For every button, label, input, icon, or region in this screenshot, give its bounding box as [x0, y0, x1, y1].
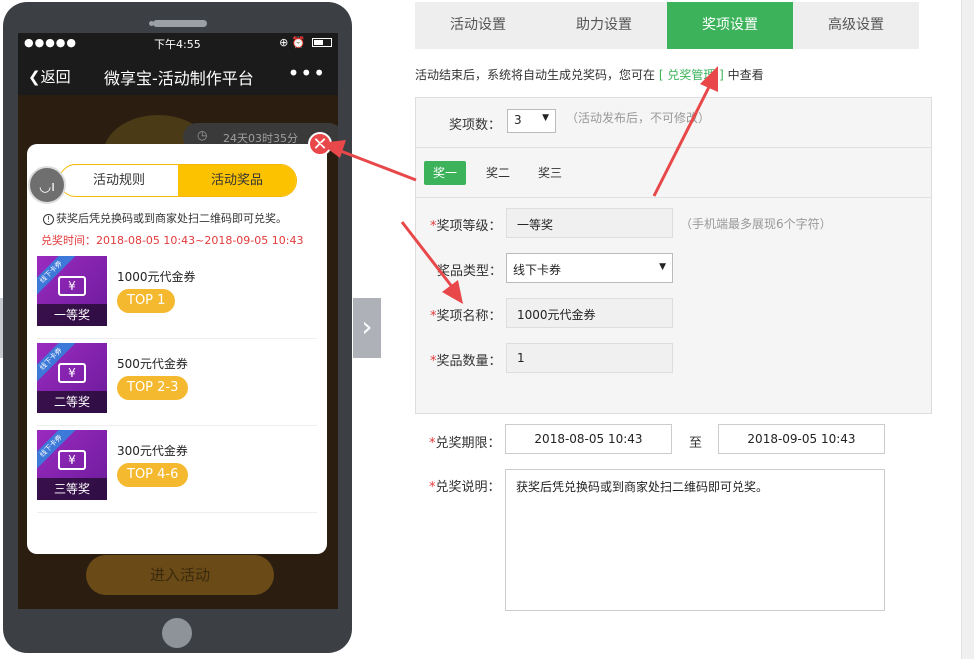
tab-activity-settings[interactable]: 活动设置 — [415, 2, 541, 49]
tab-prize-settings[interactable]: 奖项设置 — [667, 2, 793, 49]
tab-activity-prizes[interactable]: 活动奖品 — [178, 165, 296, 196]
prize-config-box: 奖项数： 3 ▼ （活动发布后，不可修改） 奖一 奖二 奖三 *奖项等级： 一等… — [415, 97, 932, 414]
redeem-notice: ! 获奖后凭兑换码或到商家处扫二维码即可兑奖。 — [43, 210, 287, 226]
prize-level-input[interactable]: 一等奖 — [506, 208, 673, 238]
caret-down-icon: ▼ — [542, 113, 549, 123]
join-activity-button[interactable]: 进入活动 — [86, 555, 274, 595]
prize-count-note: （活动发布后，不可修改） — [566, 111, 711, 125]
prize-list: 线下卡券 ¥ 一等奖 1000元代金券 TOP 1 线下卡券 ¥ 二等奖 500… — [37, 252, 317, 513]
prize-modal: 活动规则 活动奖品 ! 获奖后凭兑换码或到商家处扫二维码即可兑奖。 兑奖时间：20… — [27, 144, 327, 554]
ticket-image: 线下卡券 ¥ 一等奖 — [37, 256, 107, 326]
notice-text: 获奖后凭兑换码或到商家处扫二维码即可兑奖。 — [56, 212, 287, 225]
list-item: 线下卡券 ¥ 二等奖 500元代金券 TOP 2-3 — [37, 339, 317, 426]
list-item: 线下卡券 ¥ 三等奖 300元代金券 TOP 4-6 — [37, 426, 317, 513]
phone-home-button[interactable] — [162, 618, 192, 648]
rank-badge: TOP 4-6 — [117, 463, 189, 487]
prev-arrow-stub[interactable] — [0, 298, 3, 358]
redeem-desc-label: *兑奖说明： — [429, 480, 501, 495]
caret-down-icon: ▼ — [659, 262, 666, 272]
tab-prize-2[interactable]: 奖二 — [477, 161, 519, 185]
orientation-lock-icon: ⊕ — [279, 36, 289, 49]
prize-type-select[interactable]: 线下卡券 ▼ — [506, 253, 673, 283]
prize-name: 300元代金券 — [117, 444, 188, 458]
redeem-hint: 活动结束后，系统将自动生成兑奖码，您可在 [ 兑奖管理 ] 中查看 — [415, 66, 764, 83]
phone-speaker — [153, 20, 207, 27]
more-icon[interactable]: ••• — [288, 61, 326, 85]
prize-count-value: 3 — [514, 113, 522, 127]
prize-qty-label-text: 奖品数量： — [436, 354, 502, 369]
prize-name-label: *奖项名称： — [430, 309, 502, 324]
tab-advanced-settings[interactable]: 高级设置 — [793, 2, 919, 49]
tab-activity-rules[interactable]: 活动规则 — [60, 165, 178, 196]
signal-icon: ●●●●● — [24, 36, 77, 49]
ticket-image: 线下卡券 ¥ 三等奖 — [37, 430, 107, 500]
modal-tabs: 活动规则 活动奖品 — [59, 164, 297, 197]
alarm-icon: ⏰ — [291, 36, 306, 49]
chevron-left-icon: ❮ — [28, 68, 41, 86]
yen-ticket-icon: ¥ — [58, 450, 86, 470]
divider — [416, 197, 931, 198]
clock-icon: ◷ — [197, 128, 208, 142]
redeem-start-input[interactable]: 2018-08-05 10:43 — [505, 424, 672, 454]
prize-type-value: 线下卡券 — [513, 263, 562, 277]
list-item: 线下卡券 ¥ 一等奖 1000元代金券 TOP 1 — [37, 252, 317, 339]
redeem-period-label: *兑奖期限： — [429, 436, 501, 451]
rank-badge: TOP 1 — [117, 289, 176, 313]
battery-icon — [312, 38, 332, 47]
status-icons: ⊕ ⏰ — [279, 36, 332, 49]
redeem-desc-textarea[interactable]: 获奖后凭兑换码或到商家处扫二维码即可兑奖。 — [505, 469, 885, 611]
tab-boost-settings[interactable]: 助力设置 — [541, 2, 667, 49]
rank-badge: TOP 2-3 — [117, 376, 189, 400]
redeem-period-label-text: 兑奖期限： — [435, 436, 501, 451]
prize-name: 500元代金券 — [117, 357, 188, 371]
status-time: 下午4:55 — [154, 38, 201, 51]
prize-grade: 一等奖 — [37, 304, 107, 326]
hint-text-end: 中查看 — [723, 68, 764, 82]
prize-qty-input[interactable]: 1 — [506, 343, 673, 373]
prize-name-input[interactable]: 1000元代金券 — [506, 298, 673, 328]
chevron-right-icon[interactable]: › — [353, 298, 381, 358]
nav-title: 微享宝-活动制作平台 — [104, 69, 254, 88]
back-label: 返回 — [40, 68, 71, 86]
prize-level-note: （手机端最多展现6个字符） — [680, 217, 832, 231]
redeem-management-link[interactable]: [ 兑奖管理 ] — [659, 68, 724, 82]
tab-prize-1[interactable]: 奖一 — [424, 161, 467, 185]
info-icon: ! — [43, 214, 54, 225]
yen-ticket-icon: ¥ — [58, 276, 86, 296]
prize-qty-label: *奖品数量： — [430, 354, 502, 369]
divider — [416, 147, 931, 148]
redeem-desc-label-text: 兑奖说明： — [435, 480, 501, 495]
status-bar: ●●●●● 下午4:55 ⊕ ⏰ — [18, 33, 338, 55]
prize-count-select[interactable]: 3 ▼ — [507, 109, 556, 133]
settings-tabs: 活动设置 助力设置 奖项设置 高级设置 — [415, 2, 919, 49]
prize-grade: 三等奖 — [37, 478, 107, 500]
wechat-navbar: ❮返回 微享宝-活动制作平台 ••• — [18, 55, 338, 95]
prize-type-label: 奖品类型： — [437, 264, 503, 279]
prize-level-label-text: 奖项等级： — [436, 219, 502, 234]
prize-count-label: 奖项数： — [449, 118, 502, 133]
prize-name: 1000元代金券 — [117, 270, 196, 284]
hint-text: 活动结束后，系统将自动生成兑奖码，您可在 — [415, 68, 659, 82]
prize-name-label-text: 奖项名称： — [436, 309, 502, 324]
ticket-image: 线下卡券 ¥ 二等奖 — [37, 343, 107, 413]
back-button[interactable]: ❮返回 — [28, 66, 71, 87]
redeem-time: 兑奖时间：2018-08-05 10:43~2018-09-05 10:43 — [41, 234, 304, 247]
tab-prize-3[interactable]: 奖三 — [529, 161, 571, 185]
close-icon[interactable]: ✕ — [308, 132, 332, 156]
redeem-end-input[interactable]: 2018-09-05 10:43 — [718, 424, 885, 454]
period-separator: 至 — [689, 436, 703, 451]
brand-logo-icon: ◡ı — [28, 166, 66, 204]
page-scrollbar[interactable] — [961, 0, 974, 659]
prize-level-label: *奖项等级： — [430, 219, 502, 234]
yen-ticket-icon: ¥ — [58, 363, 86, 383]
prize-grade: 二等奖 — [37, 391, 107, 413]
